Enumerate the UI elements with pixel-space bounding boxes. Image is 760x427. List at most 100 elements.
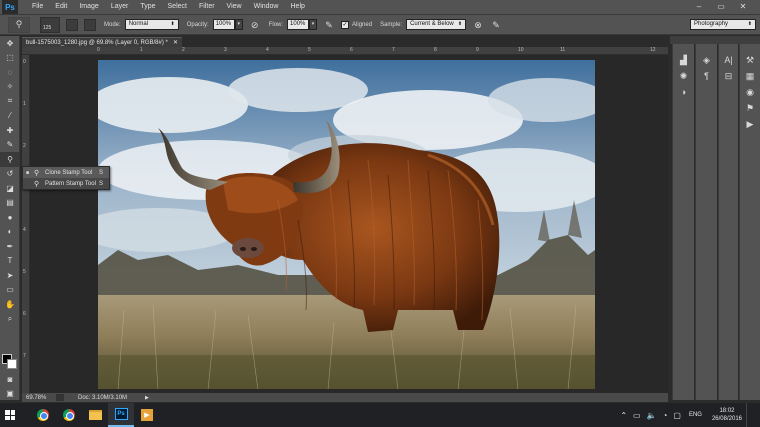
taskbar-file-explorer[interactable] xyxy=(82,403,108,427)
layers-panel-button[interactable]: ◈ xyxy=(696,52,717,68)
adjustments-panel-button[interactable]: ✺ xyxy=(673,68,694,84)
pressure-size-icon[interactable]: ✎ xyxy=(490,19,502,31)
zoom-icon: ⌕ xyxy=(7,313,13,323)
flow-input[interactable]: 100% xyxy=(287,19,310,30)
brush-size: 125 xyxy=(43,24,52,31)
character-panel-button[interactable]: A| xyxy=(719,52,738,68)
dodge-icon: ◐ xyxy=(7,227,13,237)
status-menu-arrow-icon[interactable]: ▶ xyxy=(145,395,149,401)
document-image[interactable] xyxy=(98,60,595,389)
volume-icon[interactable]: 🔈 xyxy=(647,411,657,420)
crop-tool[interactable]: ⌗ xyxy=(0,94,20,109)
rectangle-tool[interactable]: ▭ xyxy=(0,283,20,298)
eraser-tool[interactable]: ◪ xyxy=(0,181,20,196)
menu-filter[interactable]: Filter xyxy=(193,0,221,14)
menu-file[interactable]: File xyxy=(26,0,49,14)
flyout-item-pattern-stamp[interactable]: ⚲ Pattern Stamp Tool S xyxy=(23,178,109,189)
actions-panel-button[interactable]: ▶ xyxy=(740,116,760,132)
healing-tool[interactable]: ✚ xyxy=(0,123,20,138)
blur-tool[interactable]: ● xyxy=(0,210,20,225)
menu-select[interactable]: Select xyxy=(162,0,193,14)
screen-mode-icon: ▣ xyxy=(6,388,14,398)
quick-mask-button[interactable]: ◙ xyxy=(0,372,20,387)
message-icon[interactable]: ▢ xyxy=(673,411,681,420)
menu-view[interactable]: View xyxy=(221,0,248,14)
mode-label: Mode: xyxy=(104,21,121,28)
tool-preset-picker[interactable]: ⚲ xyxy=(8,16,30,33)
maximize-button[interactable]: ▭ xyxy=(710,0,732,14)
selected-bullet-icon: ■ xyxy=(26,169,30,176)
color-swatches[interactable] xyxy=(2,354,18,370)
background-color-swatch[interactable] xyxy=(7,359,17,369)
ignore-adjustment-layers-icon[interactable]: ⊗ xyxy=(472,19,484,31)
menu-window[interactable]: Window xyxy=(248,0,285,14)
brush-tool[interactable]: ✎ xyxy=(0,138,20,153)
status-info-icon[interactable] xyxy=(56,394,64,401)
chevron-up-icon[interactable]: ⌃ xyxy=(620,411,627,420)
opacity-slider-toggle[interactable]: ▾ xyxy=(234,19,243,30)
workspace-select[interactable]: Photography ⬍ xyxy=(690,19,756,30)
show-desktop-button[interactable] xyxy=(746,403,758,427)
photoshop-icon: Ps xyxy=(114,408,128,420)
airbrush-icon[interactable]: ✎ xyxy=(323,19,335,31)
brush-presets-panel-button[interactable]: ⚑ xyxy=(740,100,760,116)
gradient-tool[interactable]: ▤ xyxy=(0,196,20,211)
type-icon: T xyxy=(7,256,13,266)
histogram-panel-button[interactable]: ▟ xyxy=(673,52,694,68)
ruler-mark: 0 xyxy=(97,47,100,53)
start-button[interactable] xyxy=(0,403,20,427)
menu-help[interactable]: Help xyxy=(285,0,311,14)
clock-time: 18:02 xyxy=(719,408,735,414)
clock[interactable]: 18:02 26/08/2016 xyxy=(712,407,742,423)
opacity-input[interactable]: 100% xyxy=(212,19,235,30)
eyedropper-tool[interactable]: ⁄ xyxy=(0,109,20,124)
history-brush-tool[interactable]: ↺ xyxy=(0,167,20,182)
lasso-tool[interactable]: ◌ xyxy=(0,65,20,80)
type-tool[interactable]: T xyxy=(0,254,20,269)
taskbar-photoshop[interactable]: Ps xyxy=(108,403,134,427)
pen-tool[interactable]: ✒ xyxy=(0,239,20,254)
chrome-icon xyxy=(37,409,49,421)
aligned-checkbox[interactable]: ✓ xyxy=(341,20,350,29)
clone-source-toggle[interactable] xyxy=(84,18,96,31)
close-button[interactable]: ✕ xyxy=(732,0,754,14)
tools-preset-panel-button[interactable]: ⚒ xyxy=(740,52,760,68)
language-indicator[interactable]: ENG xyxy=(689,412,702,418)
document-tab[interactable]: bull-1575003_1280.jpg @ 69.8% (Layer 0, … xyxy=(22,37,182,47)
taskbar-chrome-2[interactable] xyxy=(56,403,82,427)
dodge-tool[interactable]: ◐ xyxy=(0,225,20,240)
flyout-item-clone-stamp[interactable]: ■ ⚲ Clone Stamp Tool S xyxy=(23,167,109,178)
menu-layer[interactable]: Layer xyxy=(105,0,135,14)
menu-image[interactable]: Image xyxy=(73,0,104,14)
zoom-tool[interactable]: ⌕ xyxy=(0,312,20,327)
sample-select[interactable]: Current & Below ⬍ xyxy=(406,19,467,30)
brush-preset-picker[interactable]: 125 xyxy=(40,16,60,33)
mode-select[interactable]: Normal ⬍ xyxy=(124,19,179,30)
flow-slider-toggle[interactable]: ▾ xyxy=(309,19,318,30)
minimize-button[interactable]: – xyxy=(688,0,710,14)
taskbar-chrome-1[interactable] xyxy=(30,403,56,427)
network-icon[interactable]: ◔ xyxy=(663,411,668,420)
info-panel-button[interactable]: ⊟ xyxy=(719,68,738,84)
marquee-tool[interactable]: ⬚ xyxy=(0,51,20,66)
menu-type[interactable]: Type xyxy=(134,0,161,14)
opacity-label: Opacity: xyxy=(186,21,209,28)
color-panel-button[interactable]: ◑ xyxy=(673,84,694,100)
taskbar-media-player[interactable]: ▶ xyxy=(134,403,160,427)
brush-panel-toggle[interactable] xyxy=(66,18,78,31)
path-select-tool[interactable]: ➤ xyxy=(0,268,20,283)
quick-select-tool[interactable]: ✧ xyxy=(0,80,20,95)
zoom-level[interactable]: 69.78% xyxy=(26,395,52,401)
battery-icon[interactable]: ▭ xyxy=(633,411,641,420)
move-tool[interactable]: ✥ xyxy=(0,36,20,51)
pressure-opacity-icon[interactable]: ⊘ xyxy=(249,19,261,31)
close-icon[interactable]: ✕ xyxy=(173,39,178,46)
menu-edit[interactable]: Edit xyxy=(49,0,73,14)
panel-column-4: ⚒ ▦ ◉ ⚑ ▶ xyxy=(739,44,760,400)
clone-stamp-tool[interactable]: ⚲ xyxy=(0,152,20,167)
hand-tool[interactable]: ✋ xyxy=(0,297,20,312)
screen-mode-button[interactable]: ▣ xyxy=(0,386,20,401)
swatches-panel-button[interactable]: ▦ xyxy=(740,68,760,84)
styles-panel-button[interactable]: ◉ xyxy=(740,84,760,100)
paragraph-panel-button[interactable]: ¶ xyxy=(696,68,717,84)
